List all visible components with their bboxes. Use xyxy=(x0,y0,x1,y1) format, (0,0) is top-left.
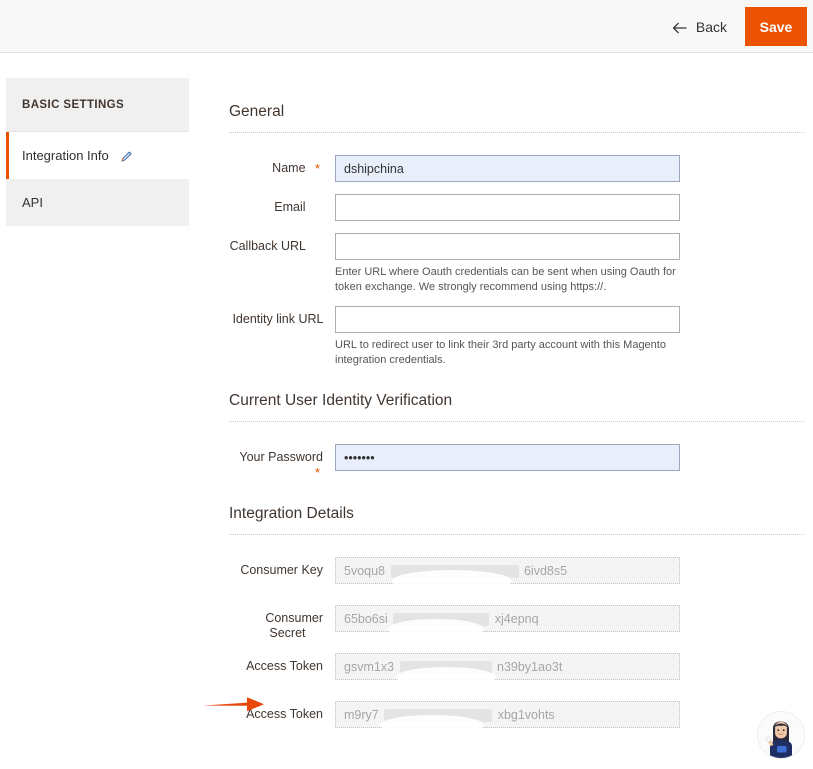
field-label: Your Password * xyxy=(229,444,323,480)
pencil-icon[interactable] xyxy=(120,150,133,163)
section-title: Integration Details xyxy=(229,505,354,522)
field-label-text: Email xyxy=(274,200,306,214)
section-integration-details: Integration Details Consumer Key 5voqu8 … xyxy=(229,480,804,737)
smudge-overlay xyxy=(392,570,512,585)
field-row-access-token: Access Token gsvm1x3 n39by1ao3t xyxy=(229,641,804,689)
field-control: URL to redirect user to link their 3rd p… xyxy=(335,306,680,367)
arrow-left-icon xyxy=(672,21,687,35)
field-control: gsvm1x3 n39by1ao3t xyxy=(335,653,680,681)
field-label-text: Consumer Key xyxy=(240,563,323,577)
field-label-text: Identity link URL xyxy=(232,312,323,326)
section-identity-verification: Current User Identity Verification Your … xyxy=(229,367,804,480)
masked-credential: gsvm1x3 n39by1ao3t xyxy=(344,654,689,681)
consumer-key-field[interactable]: 5voqu8 6ivd8s5 xyxy=(335,557,680,585)
section-divider xyxy=(229,132,804,133)
credential-suffix: 6ivd8s5 xyxy=(523,564,568,578)
credential-suffix: xbg1vohts xyxy=(497,708,555,722)
sidebar-item-api[interactable]: API xyxy=(6,179,189,226)
support-chat-avatar[interactable] xyxy=(757,711,805,759)
smudge-overlay xyxy=(396,667,496,681)
field-label: Access Token xyxy=(229,653,323,689)
credential-suffix: n39by1ao3t xyxy=(497,660,563,674)
sidebar-title: BASIC SETTINGS xyxy=(6,78,189,132)
required-indicator: * xyxy=(315,465,321,480)
field-label: Access Token xyxy=(229,701,323,737)
email-input[interactable] xyxy=(335,194,680,221)
field-label: Consumer Key xyxy=(229,557,323,593)
required-indicator: * xyxy=(315,161,321,176)
smudge-overlay xyxy=(388,619,484,633)
section-divider xyxy=(229,534,804,535)
sidebar-item-label: API xyxy=(22,195,43,210)
access-token-field[interactable]: gsvm1x3 n39by1ao3t xyxy=(335,653,680,681)
field-control xyxy=(335,444,680,471)
field-control: 5voqu8 6ivd8s5 xyxy=(335,557,680,585)
back-button[interactable]: Back xyxy=(672,19,745,35)
main-content: General Name * Email Callback URL xyxy=(229,78,804,737)
field-control xyxy=(335,194,680,221)
back-label: Back xyxy=(695,18,727,35)
field-label-text: Access Token xyxy=(246,707,323,721)
section-title: General xyxy=(229,103,285,120)
field-control: 65bo6si xj4epnq xyxy=(335,605,680,633)
field-note: Enter URL where Oauth credentials can be… xyxy=(335,266,676,293)
credential-prefix: gsvm1x3 xyxy=(344,660,395,674)
name-input[interactable] xyxy=(335,155,680,182)
field-control xyxy=(335,155,680,182)
identity-link-url-input[interactable] xyxy=(335,306,680,333)
credential-prefix: 65bo6si xyxy=(344,612,388,626)
access-token-secret-field[interactable]: m9ry7 xbg1vohts xyxy=(335,701,680,729)
field-note: URL to redirect user to link their 3rd p… xyxy=(335,339,666,366)
field-row-email: Email xyxy=(229,182,804,221)
field-label-text: Callback URL xyxy=(229,239,306,253)
masked-credential: 65bo6si xj4epnq xyxy=(344,606,689,633)
field-row-access-token-secret: Access Token m9ry7 xbg1vohts xyxy=(229,689,804,737)
password-input[interactable] xyxy=(335,444,680,471)
consumer-secret-field[interactable]: 65bo6si xj4epnq xyxy=(335,605,680,633)
field-control: Enter URL where Oauth credentials can be… xyxy=(335,233,680,294)
field-control: m9ry7 xbg1vohts xyxy=(335,701,680,729)
support-agent-avatar-icon xyxy=(758,712,804,758)
callback-url-input[interactable] xyxy=(335,233,680,260)
credential-prefix: m9ry7 xyxy=(344,708,379,722)
save-button[interactable]: Save xyxy=(745,7,807,46)
field-row-password: Your Password * xyxy=(229,432,804,480)
field-row-consumer-key: Consumer Key 5voqu8 6ivd8s5 xyxy=(229,545,804,593)
page-header: Back Save xyxy=(0,0,813,53)
sidebar-item-integration-info[interactable]: Integration Info xyxy=(6,132,189,179)
section-general: General Name * Email Callback URL xyxy=(229,78,804,367)
header-actions: Back Save xyxy=(672,0,813,53)
field-label-text: Your Password xyxy=(239,450,323,464)
field-label-text: Access Token xyxy=(246,659,323,673)
field-row-consumer-secret: Consumer Secret 65bo6si xj4epnq xyxy=(229,593,804,641)
field-label: Consumer Secret xyxy=(229,605,323,641)
field-label: Identity link URL xyxy=(229,306,323,342)
smudge-overlay xyxy=(380,715,484,729)
credential-prefix: 5voqu8 xyxy=(344,564,386,578)
field-row-identity-link-url: Identity link URL URL to redirect user t… xyxy=(229,294,804,367)
section-divider xyxy=(229,421,804,422)
masked-credential: 5voqu8 6ivd8s5 xyxy=(344,558,689,585)
section-title: Current User Identity Verification xyxy=(229,392,453,409)
masked-credential: m9ry7 xbg1vohts xyxy=(344,702,689,729)
field-row-callback-url: Callback URL Enter URL where Oauth crede… xyxy=(229,221,804,294)
sidebar-item-label: Integration Info xyxy=(22,148,109,163)
field-row-name: Name * xyxy=(229,143,804,182)
field-label: Callback URL xyxy=(229,233,323,254)
field-label-text: Consumer Secret xyxy=(265,611,323,640)
field-label-text: Name xyxy=(272,161,306,175)
credential-suffix: xj4epnq xyxy=(494,612,539,626)
sidebar: BASIC SETTINGS Integration Info API xyxy=(6,78,189,226)
field-label: Email xyxy=(229,194,323,215)
field-label: Name * xyxy=(229,155,323,176)
